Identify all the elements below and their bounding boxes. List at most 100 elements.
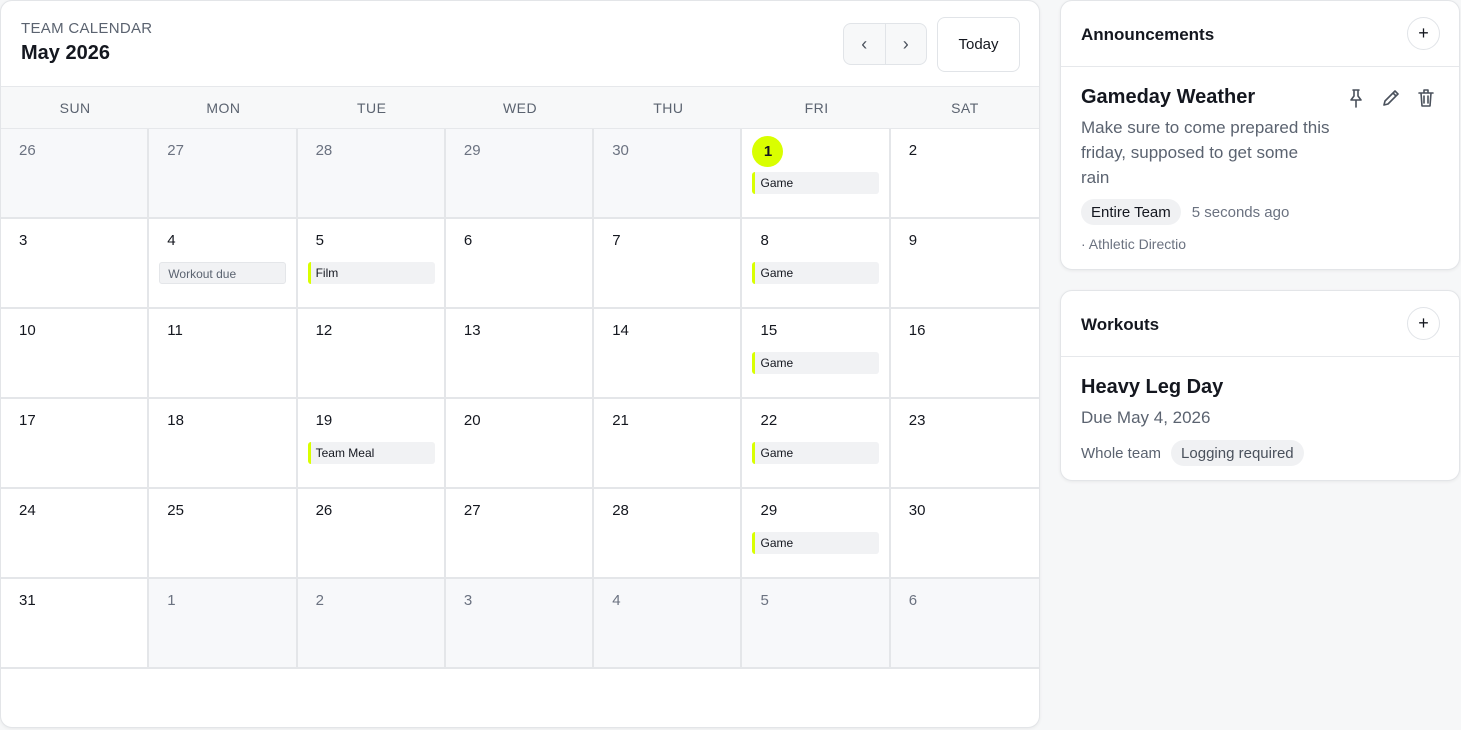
team-calendar: TEAM CALENDAR May 2026 ‹ › Today SUN MON…: [0, 0, 1040, 728]
calendar-day-cell[interactable]: 19 Team Meal: [297, 399, 446, 489]
weekday-label: SAT: [951, 99, 979, 116]
announcement-body: Make sure to come prepared this friday, …: [1081, 118, 1330, 187]
day-number: 27: [167, 142, 184, 159]
calendar-day-cell[interactable]: 14: [594, 309, 743, 399]
calendar-day-cell[interactable]: 11: [149, 309, 298, 399]
calendar-day-cell[interactable]: 22 Game: [742, 399, 891, 489]
day-number: 2: [908, 142, 918, 159]
calendar-event[interactable]: Game: [752, 262, 880, 284]
calendar-day-cell[interactable]: 28: [594, 489, 743, 579]
calendar-day-cell[interactable]: 8 Game: [742, 219, 891, 309]
day-number: 25: [167, 502, 184, 519]
day-number: 14: [612, 322, 629, 339]
pencil-icon[interactable]: [1380, 87, 1402, 109]
day-number: 9: [908, 232, 918, 249]
calendar-day-cell[interactable]: 6: [890, 579, 1039, 669]
calendar-day-cell[interactable]: 17: [1, 399, 150, 489]
calendar-day-cell[interactable]: 21: [594, 399, 743, 489]
calendar-day-cell[interactable]: 16: [890, 309, 1039, 399]
month-nav: ‹ ›: [843, 23, 927, 65]
calendar-day-cell[interactable]: 5 Film: [297, 219, 446, 309]
day-number: 1: [167, 592, 176, 609]
workout-title[interactable]: Heavy Leg Day: [1081, 376, 1223, 399]
trash-icon[interactable]: [1415, 87, 1437, 109]
day-number: 29: [760, 502, 778, 519]
calendar-day-cell[interactable]: 4: [594, 579, 743, 669]
day-number: 18: [167, 412, 184, 429]
calendar-day-cell[interactable]: 3: [445, 579, 595, 669]
calendar-event[interactable]: Workout due: [159, 262, 287, 284]
announcement-title: Gameday Weather: [1081, 86, 1256, 108]
workout-meta: Whole team Logging required: [1081, 440, 1304, 466]
calendar-event[interactable]: Team Meal: [307, 442, 435, 464]
calendar-day-cell[interactable]: 24: [1, 489, 150, 579]
day-number: 4: [612, 592, 621, 609]
day-number: 5: [760, 592, 769, 609]
calendar-event[interactable]: Game: [752, 352, 880, 374]
calendar-event[interactable]: Game: [752, 532, 880, 554]
day-number: 11: [167, 322, 183, 339]
calendar-day-cell[interactable]: 29 Game: [742, 489, 891, 579]
calendar-day-cell[interactable]: 29: [445, 129, 595, 219]
announcements-panel: Announcements + Gameday Weather Make sur…: [1060, 0, 1460, 270]
today-day-number: 1: [752, 136, 784, 167]
day-number: 7: [612, 232, 621, 249]
calendar-day-cell[interactable]: 3: [1, 219, 150, 309]
calendar-event[interactable]: Game: [752, 442, 880, 464]
day-number: 22: [760, 412, 778, 429]
day-number: 27: [463, 502, 481, 519]
day-number: 29: [463, 142, 481, 159]
day-number: 13: [463, 322, 481, 339]
calendar-day-cell[interactable]: 27: [445, 489, 595, 579]
calendar-day-cell[interactable]: 27: [149, 129, 298, 219]
day-number: 26: [315, 502, 333, 519]
weekday-label: THU: [653, 99, 684, 116]
calendar-day-cell[interactable]: 4 Workout due: [149, 219, 298, 309]
calendar-day-cell[interactable]: 7: [594, 219, 743, 309]
calendar-day-cell[interactable]: 6: [445, 219, 595, 309]
add-announcement-button[interactable]: +: [1407, 17, 1440, 50]
calendar-day-cell[interactable]: 10: [1, 309, 150, 399]
weekday-label: TUE: [356, 99, 387, 116]
calendar-day-cell[interactable]: 18: [149, 399, 298, 489]
today-button[interactable]: Today: [937, 17, 1020, 72]
calendar-event[interactable]: Game: [752, 172, 880, 194]
day-number: 23: [908, 412, 926, 429]
day-number: 30: [612, 142, 629, 159]
day-number: 3: [19, 232, 28, 249]
calendar-day-cell[interactable]: 23: [890, 399, 1039, 489]
pin-icon[interactable]: [1345, 87, 1367, 109]
calendar-day-cell[interactable]: 12: [297, 309, 446, 399]
calendar-kicker: TEAM CALENDAR: [21, 20, 153, 37]
calendar-day-cell[interactable]: 26: [1, 129, 150, 219]
announcements-title: Announcements: [1081, 25, 1215, 44]
calendar-event[interactable]: Film: [307, 262, 435, 284]
calendar-day-cell[interactable]: 30: [890, 489, 1039, 579]
day-number: 10: [19, 322, 36, 339]
calendar-day-cell[interactable]: 2: [297, 579, 446, 669]
audience-chip: Entire Team: [1081, 199, 1181, 225]
workouts-title: Workouts: [1081, 315, 1160, 334]
calendar-day-cell[interactable]: 30: [594, 129, 743, 219]
prev-month-button[interactable]: ‹: [844, 24, 886, 64]
calendar-day-cell[interactable]: 13: [445, 309, 595, 399]
calendar-day-cell[interactable]: 15 Game: [742, 309, 891, 399]
calendar-day-cell[interactable]: 25: [149, 489, 298, 579]
day-number: 12: [315, 322, 333, 339]
calendar-day-cell[interactable]: 9: [890, 219, 1039, 309]
day-number: 31: [19, 592, 36, 609]
calendar-day-cell[interactable]: 2: [890, 129, 1039, 219]
calendar-day-cell[interactable]: 20: [445, 399, 595, 489]
calendar-day-cell[interactable]: 26: [297, 489, 446, 579]
weekday-label: FRI: [804, 99, 829, 116]
calendar-day-cell[interactable]: 5: [742, 579, 891, 669]
calendar-day-cell[interactable]: 1 Game: [742, 129, 891, 219]
weekday-label: MON: [206, 99, 241, 116]
calendar-day-cell[interactable]: 31: [1, 579, 150, 669]
next-month-button[interactable]: ›: [886, 24, 927, 64]
calendar-grid: 26 27 28 29 30 1 Game 2 3 4 Workout due 5 Film 6 7 8 Gam…: [1, 129, 1039, 669]
add-workout-button[interactable]: +: [1407, 307, 1440, 340]
day-number: 28: [315, 142, 333, 159]
calendar-day-cell[interactable]: 1: [149, 579, 298, 669]
calendar-day-cell[interactable]: 28: [297, 129, 446, 219]
